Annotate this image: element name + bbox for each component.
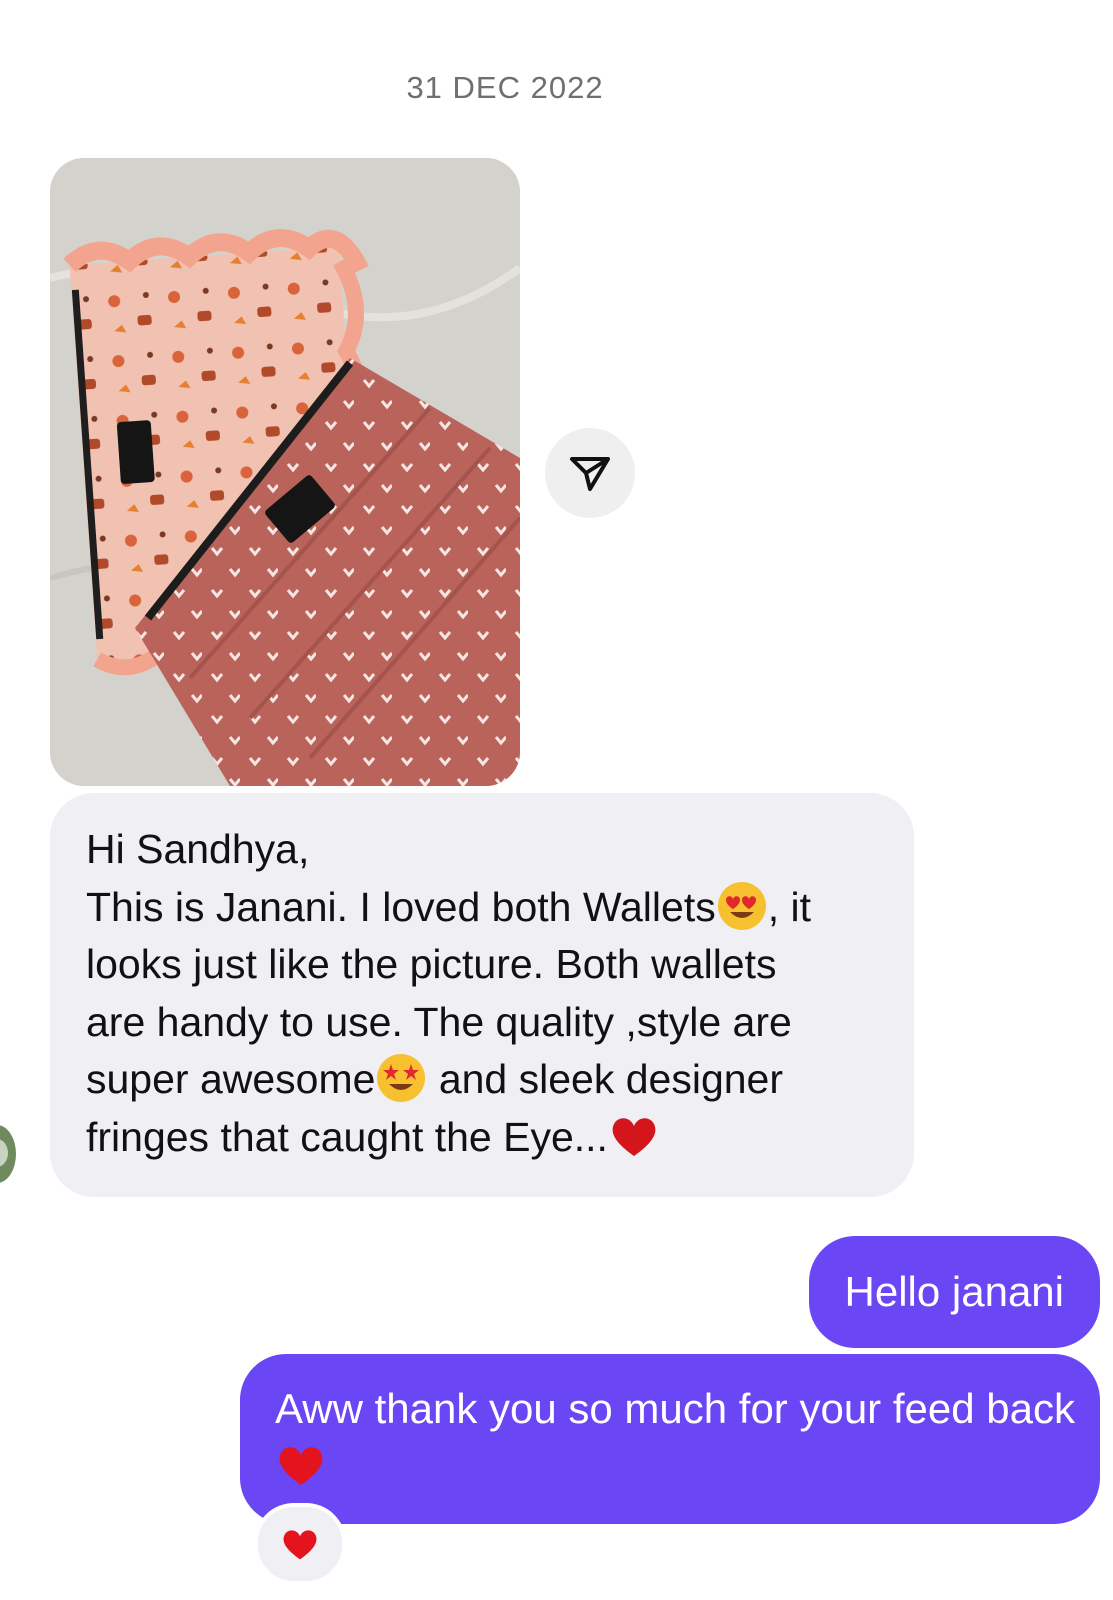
message-line: fringes that caught the Eye... (86, 1109, 894, 1167)
outgoing-message-bubble[interactable]: Aww thank you so much for your feed back (240, 1354, 1100, 1524)
message-line: are handy to use. The quality ,style are (86, 998, 792, 1045)
share-button[interactable] (545, 428, 635, 518)
outgoing-message-bubble[interactable]: Hello janani (808, 1236, 1100, 1348)
shared-photo-wallets[interactable] (50, 158, 520, 786)
star-struck-emoji-icon (377, 1054, 426, 1103)
message-line: looks just like the picture. Both wallet… (86, 941, 777, 987)
message-line: super awesome and sleek designer (86, 1051, 894, 1109)
wallets-illustration (50, 158, 520, 786)
red-heart-emoji-icon (612, 1117, 656, 1156)
paper-plane-icon (570, 457, 610, 491)
red-heart-icon (283, 1530, 317, 1560)
message-line: Hi Sandhya, (86, 826, 310, 872)
message-text: Hello janani (844, 1268, 1064, 1315)
message-line: This is Janani. I loved both Wallets, it (86, 879, 894, 937)
heart-eyes-emoji-icon (717, 881, 766, 930)
date-separator: 31 DEC 2022 (406, 70, 604, 105)
contact-avatar[interactable] (0, 1125, 16, 1183)
message-text: Aww thank you so much for your feed back (275, 1385, 1075, 1432)
incoming-message-bubble[interactable]: Hi Sandhya, This is Janani. I loved both… (50, 793, 914, 1197)
red-heart-emoji-icon (279, 1447, 323, 1485)
message-reaction[interactable] (254, 1503, 346, 1585)
